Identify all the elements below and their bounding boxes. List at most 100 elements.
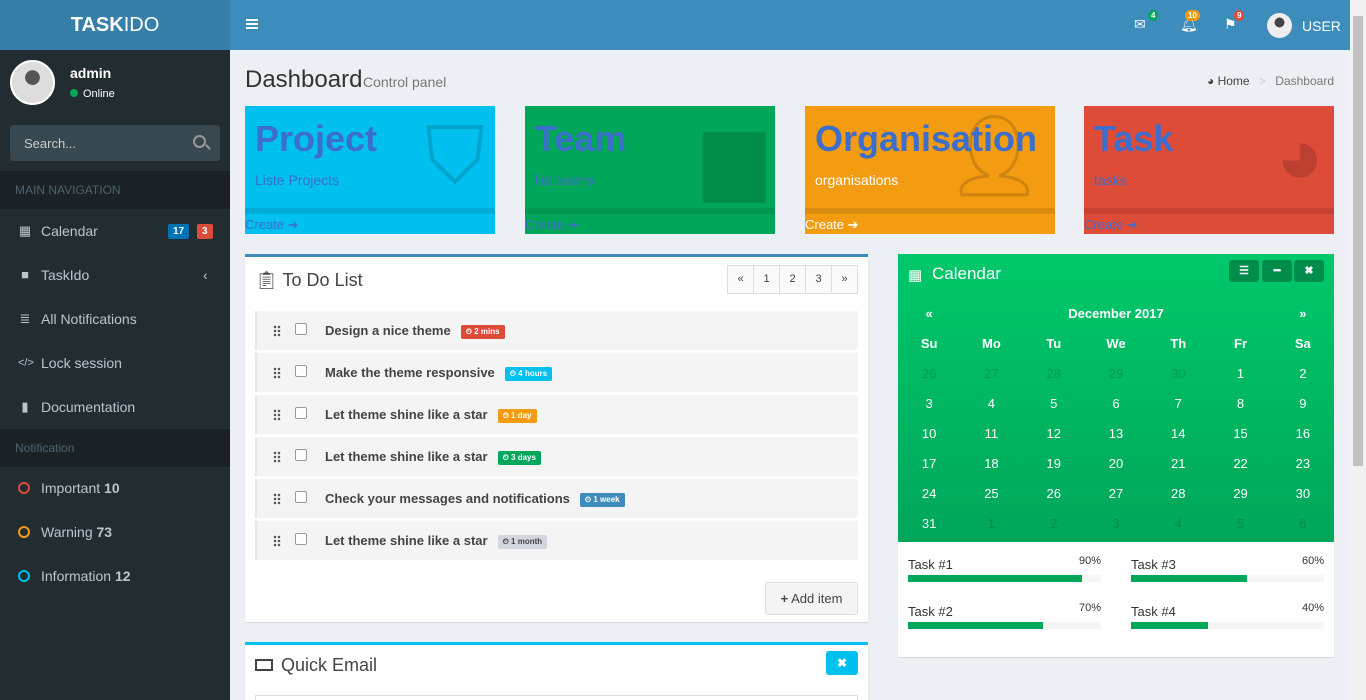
- page-prev[interactable]: «: [727, 265, 754, 294]
- todo-checkbox[interactable]: [295, 323, 307, 335]
- calendar-badge-blue: 17: [168, 224, 190, 239]
- calendar-day[interactable]: 24: [898, 486, 960, 501]
- calendar-day[interactable]: 16: [1272, 426, 1334, 441]
- calendar-day[interactable]: 7: [1147, 396, 1209, 411]
- drag-handle-icon[interactable]: [273, 493, 281, 505]
- calendar-day[interactable]: 2: [1272, 366, 1334, 381]
- todo-checkbox[interactable]: [295, 407, 307, 419]
- todo-item[interactable]: Design a nice theme ⏲ 2 mins: [255, 311, 858, 350]
- sidebar-item-documentation[interactable]: ▮ Documentation: [0, 385, 230, 429]
- calendar-day[interactable]: 29: [1209, 486, 1271, 501]
- todo-checkbox[interactable]: [295, 449, 307, 461]
- app-logo[interactable]: TASKIDO: [0, 0, 230, 50]
- close-button[interactable]: ✖: [826, 651, 858, 675]
- calendar-day[interactable]: 6: [1085, 396, 1147, 411]
- calendar-day[interactable]: 3: [1085, 516, 1147, 531]
- todo-checkbox[interactable]: [295, 491, 307, 503]
- calendar-day[interactable]: 30: [1272, 486, 1334, 501]
- todo-item[interactable]: Let theme shine like a star ⏲ 1 day: [255, 395, 858, 434]
- drag-handle-icon[interactable]: [273, 451, 281, 463]
- page-1[interactable]: 1: [753, 265, 780, 294]
- sidebar-item-information[interactable]: Information 12: [0, 554, 230, 598]
- page-2[interactable]: 2: [779, 265, 806, 294]
- calendar-prev[interactable]: «: [898, 306, 960, 321]
- calendar-month[interactable]: December 2017: [960, 306, 1271, 321]
- menu-toggle-icon[interactable]: [246, 19, 258, 29]
- calendar-day[interactable]: 23: [1272, 456, 1334, 471]
- calendar-day[interactable]: 26: [1023, 486, 1085, 501]
- calendar-day[interactable]: 5: [1209, 516, 1271, 531]
- todo-item[interactable]: Check your messages and notifications ⏲ 1…: [255, 479, 858, 518]
- calendar-day[interactable]: 27: [960, 366, 1022, 381]
- drag-handle-icon[interactable]: [273, 409, 281, 421]
- sidebar-item-all-notifications[interactable]: ≣ All Notifications: [0, 297, 230, 341]
- todo-checkbox[interactable]: [295, 533, 307, 545]
- project-box-subtitle: Liste Projects: [255, 172, 340, 188]
- email-to-field[interactable]: [255, 695, 858, 700]
- add-item-button[interactable]: + Add item: [765, 582, 858, 615]
- calendar-day[interactable]: 19: [1023, 456, 1085, 471]
- calendar-day[interactable]: 1: [1209, 366, 1271, 381]
- organisation-create-link[interactable]: Create ➔: [805, 208, 1055, 234]
- calendar-day[interactable]: 26: [898, 366, 960, 381]
- sidebar-item-taskido[interactable]: ■ TaskIdo ‹: [0, 253, 230, 297]
- calendar-day[interactable]: 28: [1023, 366, 1085, 381]
- sidebar-item-calendar[interactable]: ▦ Calendar 17 3: [0, 209, 230, 253]
- calendar-menu-button[interactable]: ☰: [1229, 260, 1259, 282]
- calendar-day[interactable]: 22: [1209, 456, 1271, 471]
- page-next[interactable]: »: [831, 265, 858, 294]
- calendar-next[interactable]: »: [1272, 306, 1334, 321]
- calendar-day[interactable]: 27: [1085, 486, 1147, 501]
- calendar-day[interactable]: 8: [1209, 396, 1271, 411]
- calendar-day[interactable]: 4: [1147, 516, 1209, 531]
- team-create-link[interactable]: Create ➔: [525, 208, 775, 234]
- calendar-day[interactable]: 4: [960, 396, 1022, 411]
- drag-handle-icon[interactable]: [273, 367, 281, 379]
- calendar-day[interactable]: 1: [960, 516, 1022, 531]
- top-user-name[interactable]: USER: [1302, 18, 1341, 34]
- search-icon[interactable]: [193, 135, 206, 148]
- todo-checkbox[interactable]: [295, 365, 307, 377]
- page-scrollbar[interactable]: [1350, 0, 1366, 700]
- calendar-day[interactable]: 6: [1272, 516, 1334, 531]
- calendar-day[interactable]: 2: [1023, 516, 1085, 531]
- drag-handle-icon[interactable]: [273, 325, 281, 337]
- calendar-day[interactable]: 15: [1209, 426, 1271, 441]
- calendar-day[interactable]: 13: [1085, 426, 1147, 441]
- todo-item[interactable]: Make the theme responsive ⏲ 4 hours: [255, 353, 858, 392]
- quick-email-title: Quick Email: [281, 655, 378, 675]
- project-create-link[interactable]: Create ➔: [245, 208, 495, 234]
- calendar-day[interactable]: 9: [1272, 396, 1334, 411]
- top-user-avatar[interactable]: [1267, 13, 1292, 38]
- task-create-link[interactable]: Create ➔: [1084, 208, 1334, 234]
- calendar-day[interactable]: 3: [898, 396, 960, 411]
- calendar-day[interactable]: 21: [1147, 456, 1209, 471]
- calendar-day[interactable]: 20: [1085, 456, 1147, 471]
- calendar-day[interactable]: 14: [1147, 426, 1209, 441]
- calendar-collapse-button[interactable]: ━: [1262, 260, 1292, 282]
- calendar-day[interactable]: 11: [960, 426, 1022, 441]
- todo-item[interactable]: Let theme shine like a star ⏲ 3 days: [255, 437, 858, 476]
- todo-item[interactable]: Let theme shine like a star ⏲ 1 month: [255, 521, 858, 560]
- calendar-day[interactable]: 17: [898, 456, 960, 471]
- drag-handle-icon[interactable]: [273, 535, 281, 547]
- calendar-close-button[interactable]: ✖: [1294, 260, 1324, 282]
- calendar-day[interactable]: 31: [898, 516, 960, 531]
- calendar-day[interactable]: 25: [960, 486, 1022, 501]
- scrollbar-thumb[interactable]: [1353, 16, 1363, 466]
- sidebar-item-lock-session[interactable]: </> Lock session: [0, 341, 230, 385]
- sidebar-item-warning[interactable]: Warning 73: [0, 510, 230, 554]
- calendar-day[interactable]: 18: [960, 456, 1022, 471]
- page-3[interactable]: 3: [805, 265, 832, 294]
- envelope-icon[interactable]: ✉: [1134, 16, 1146, 33]
- calendar-day[interactable]: 10: [898, 426, 960, 441]
- calendar-day[interactable]: 5: [1023, 396, 1085, 411]
- sidebar-search-input[interactable]: Search...: [10, 125, 220, 161]
- calendar-day[interactable]: 29: [1085, 366, 1147, 381]
- calendar-day[interactable]: 28: [1147, 486, 1209, 501]
- calendar-day[interactable]: 30: [1147, 366, 1209, 381]
- sidebar-item-important[interactable]: Important 10: [0, 466, 230, 510]
- chevron-left-icon: ‹: [203, 267, 208, 283]
- calendar-day[interactable]: 12: [1023, 426, 1085, 441]
- breadcrumb-home[interactable]: Home: [1218, 74, 1250, 88]
